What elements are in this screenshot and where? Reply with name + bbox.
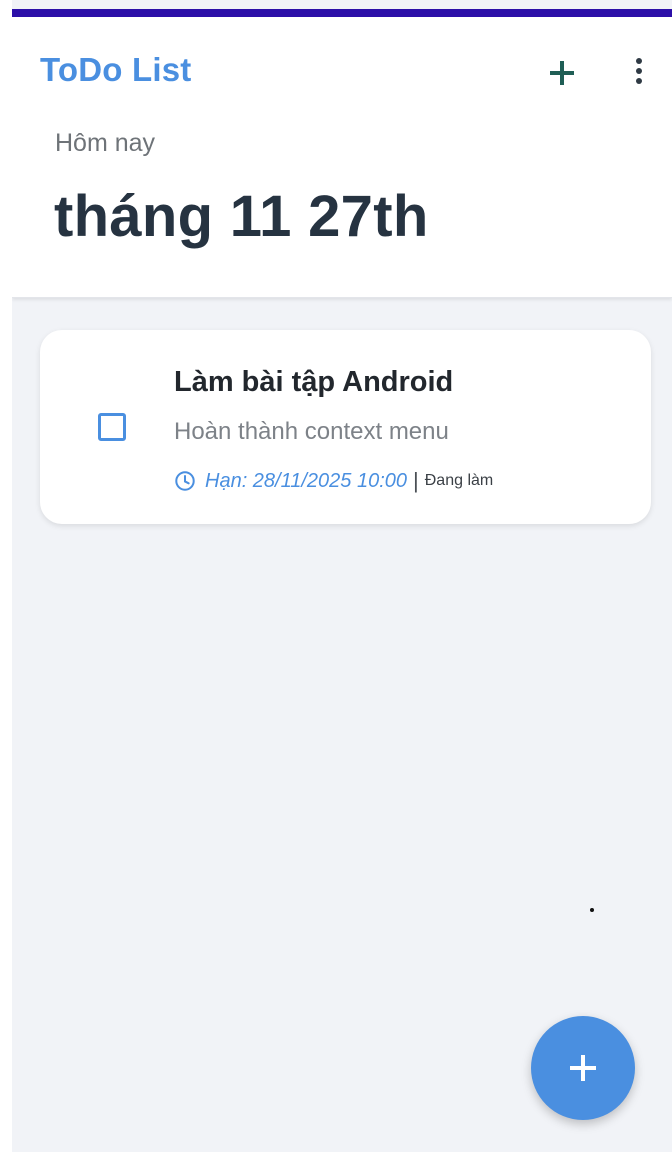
clock-icon <box>175 471 195 491</box>
task-due-date: Hạn: 28/11/2025 10:00 <box>205 469 408 492</box>
app-header: ToDo List Hôm nay tháng 11 27th <box>12 17 672 298</box>
app-screen: ToDo List Hôm nay tháng 11 27th Làm bài … <box>12 0 672 1152</box>
more-vert-icon <box>636 58 642 84</box>
task-title: Làm bài tập Android <box>174 366 454 398</box>
status-bar <box>12 9 672 17</box>
task-meta: Hạn: 28/11/2025 10:00 | Đang làm <box>174 468 493 494</box>
task-description: Hoàn thành context menu <box>174 418 449 445</box>
page-subtitle: Hôm nay <box>55 129 156 157</box>
task-status: Đang làm <box>424 472 494 489</box>
add-task-button[interactable] <box>542 53 582 93</box>
plus-icon <box>570 1055 596 1081</box>
page-title: tháng 11 27th <box>54 184 429 249</box>
plus-icon <box>550 61 574 85</box>
add-task-fab[interactable] <box>531 1016 635 1120</box>
task-card[interactable]: Làm bài tập Android Hoàn thành context m… <box>40 330 651 524</box>
overflow-menu-button[interactable] <box>624 53 654 93</box>
meta-separator: | <box>413 468 419 493</box>
app-title: ToDo List <box>40 51 192 88</box>
task-checkbox[interactable] <box>98 413 126 441</box>
screen-speck <box>590 908 594 912</box>
